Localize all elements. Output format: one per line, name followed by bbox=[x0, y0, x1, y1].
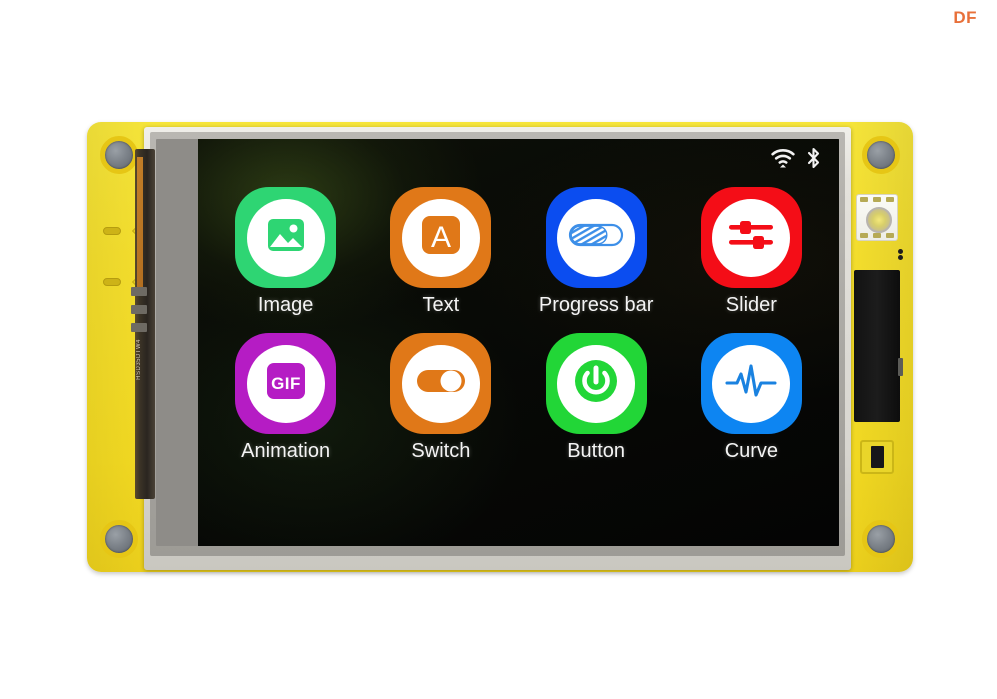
mount-hole-top-left bbox=[100, 136, 138, 174]
flex-ribbon-cable: HSD35DTW4 bbox=[131, 149, 155, 499]
brand-logo: DF bbox=[953, 8, 977, 27]
mount-hole-top-right bbox=[862, 136, 900, 174]
app-tile-animation[interactable]: GIF bbox=[235, 333, 337, 434]
smd-chip-component bbox=[860, 440, 894, 474]
mount-hole-bottom-left bbox=[100, 520, 138, 558]
pad-icon bbox=[886, 197, 894, 202]
app-item-image[interactable]: Image bbox=[208, 187, 363, 315]
app-disc bbox=[557, 344, 636, 423]
app-item-slider[interactable]: Slider bbox=[674, 187, 829, 315]
app-tile-image[interactable] bbox=[235, 187, 337, 288]
flex-contact-icon bbox=[131, 287, 147, 296]
status-bar bbox=[771, 147, 821, 169]
letter-a-icon: A bbox=[418, 212, 464, 263]
svg-text:A: A bbox=[431, 221, 451, 254]
app-disc bbox=[246, 198, 325, 277]
photo-icon bbox=[265, 214, 307, 261]
rgb-led-pads-bottom bbox=[860, 233, 894, 238]
rgb-led-pads-top bbox=[860, 197, 894, 202]
toggle-switch-icon bbox=[415, 367, 467, 400]
app-label: Image bbox=[257, 294, 314, 316]
app-tile-text[interactable]: A bbox=[390, 187, 492, 288]
app-disc bbox=[712, 344, 791, 423]
app-item-switch[interactable]: Switch bbox=[363, 333, 518, 461]
edge-connector-component bbox=[854, 270, 903, 422]
app-item-curve[interactable]: Curve bbox=[674, 333, 829, 461]
svg-text:GIF: GIF bbox=[271, 374, 301, 393]
device-board: HSD35DTW4 Image A Text Progress bar Slid… bbox=[87, 122, 913, 572]
app-disc bbox=[712, 198, 791, 277]
mount-hole-bottom-right bbox=[862, 520, 900, 558]
app-tile-slider[interactable] bbox=[700, 187, 802, 288]
lcd-glass: Image A Text Progress bar Slider GIF Ani… bbox=[156, 139, 839, 546]
display-screen[interactable]: Image A Text Progress bar Slider GIF Ani… bbox=[198, 139, 839, 546]
via-icon bbox=[898, 255, 903, 260]
app-item-progress-bar[interactable]: Progress bar bbox=[519, 187, 674, 315]
app-item-text[interactable]: A Text bbox=[363, 187, 518, 315]
flex-contact-icon bbox=[131, 323, 147, 332]
pad-icon bbox=[886, 233, 894, 238]
rgb-led-component bbox=[856, 194, 898, 241]
app-label: Slider bbox=[725, 294, 777, 316]
app-tile-progress-bar[interactable] bbox=[545, 187, 647, 288]
lcd-module: HSD35DTW4 Image A Text Progress bar Slid… bbox=[131, 127, 851, 570]
via-icon bbox=[898, 249, 903, 254]
app-item-button[interactable]: Button bbox=[519, 333, 674, 461]
app-tile-button[interactable] bbox=[545, 333, 647, 434]
pad-icon bbox=[873, 233, 881, 238]
app-grid: Image A Text Progress bar Slider GIF Ani… bbox=[198, 187, 839, 461]
solder-pad-icon bbox=[103, 278, 121, 286]
app-label: Text bbox=[422, 294, 460, 316]
app-label: Progress bar bbox=[538, 294, 654, 316]
progress-bar-icon bbox=[568, 222, 624, 253]
pad-icon bbox=[860, 197, 868, 202]
app-disc bbox=[557, 198, 636, 277]
waveform-icon bbox=[725, 362, 777, 405]
power-button-icon bbox=[571, 356, 621, 411]
flex-contact-icon bbox=[131, 305, 147, 314]
app-label: Animation bbox=[241, 440, 331, 462]
sliders-icon bbox=[727, 216, 775, 259]
gif-icon: GIF bbox=[262, 357, 310, 410]
solder-pad-icon bbox=[103, 227, 121, 235]
app-disc: GIF bbox=[246, 344, 325, 423]
app-label: Switch bbox=[411, 440, 471, 462]
pad-icon bbox=[860, 233, 868, 238]
pad-icon bbox=[873, 197, 881, 202]
bluetooth-icon bbox=[806, 147, 821, 169]
app-disc bbox=[401, 344, 480, 423]
wifi-icon bbox=[771, 148, 795, 168]
app-tile-switch[interactable] bbox=[390, 333, 492, 434]
app-item-animation[interactable]: GIF Animation bbox=[208, 333, 363, 461]
app-tile-curve[interactable] bbox=[700, 333, 802, 434]
app-label: Curve bbox=[724, 440, 779, 462]
app-label: Button bbox=[567, 440, 626, 462]
flex-cable-marking: HSD35DTW4 bbox=[136, 339, 142, 380]
app-disc: A bbox=[401, 198, 480, 277]
